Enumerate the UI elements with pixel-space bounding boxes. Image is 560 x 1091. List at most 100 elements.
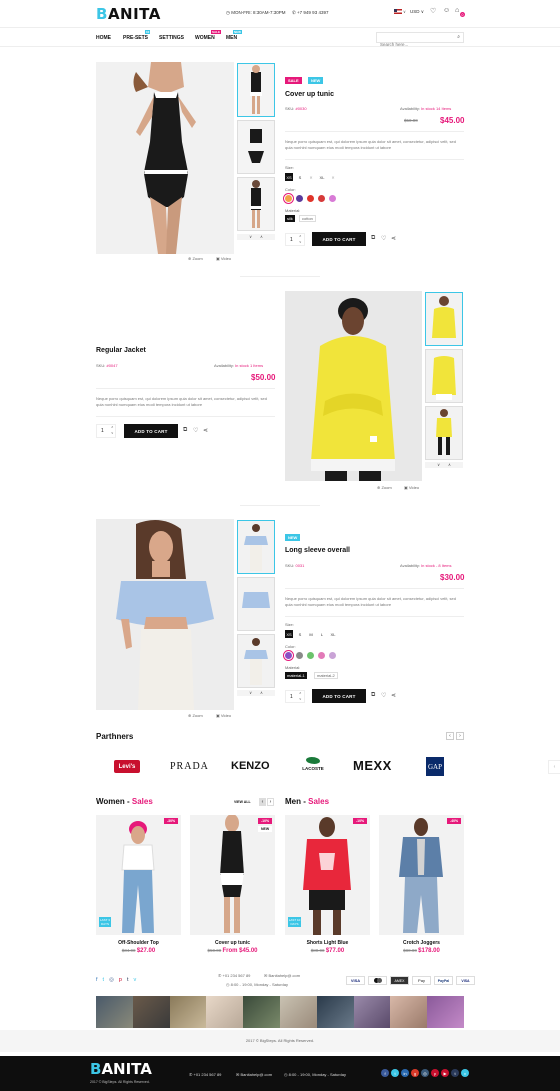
product2-zoom[interactable]: ⊕ Zoom (377, 485, 392, 490)
size-option[interactable]: XS (285, 173, 293, 181)
vimeo-icon[interactable]: v (133, 977, 136, 983)
gallery-image[interactable] (316, 996, 354, 1028)
pinterest-icon[interactable]: p (119, 977, 122, 983)
size-option-unavailable[interactable]: ✕ (307, 173, 315, 181)
product1-material-selected[interactable]: silk (285, 215, 295, 222)
partner-logo-mexx[interactable]: MEXX (353, 758, 392, 773)
chevron-down-icon[interactable]: ∨ (249, 690, 252, 696)
product3-zoom[interactable]: ⊕ Zoom (188, 713, 203, 718)
product3-thumb-3[interactable] (237, 634, 275, 688)
share-external-icon[interactable]: ⧉ (183, 427, 187, 434)
product3-main-image[interactable] (96, 519, 234, 710)
women-product-2-image[interactable] (190, 815, 275, 935)
instagram-icon[interactable]: ◎ (421, 1069, 429, 1077)
chevron-down-icon[interactable]: ∨ (437, 462, 440, 468)
pinterest-icon[interactable]: p (431, 1069, 439, 1077)
partner-logo-kenzo[interactable]: KENZO (231, 760, 270, 772)
women-product-1-name[interactable]: Off-Shoulder Top (96, 940, 181, 946)
tumblr-icon[interactable]: t (451, 1069, 459, 1077)
gallery-image[interactable] (243, 996, 280, 1028)
color-swatch[interactable] (296, 195, 303, 202)
partner-logo-gap[interactable]: GAP (426, 757, 444, 776)
footer-logo[interactable]: BANITA (90, 1060, 152, 1078)
men-product-2-image[interactable] (379, 815, 464, 935)
partner-logo-lacoste[interactable]: LACOSTE (298, 757, 328, 777)
size-option[interactable]: XL (318, 173, 326, 181)
qty-stepper[interactable]: ∧ ∨ (299, 690, 302, 702)
chevron-up-icon[interactable]: ∧ (260, 234, 263, 240)
share-icon[interactable]: ⋖ (391, 235, 396, 242)
product3-thumb-1[interactable] (237, 520, 275, 574)
logo[interactable]: BANITA (96, 5, 161, 23)
color-swatch[interactable] (318, 195, 325, 202)
nav-item-home[interactable]: HOME (96, 35, 111, 41)
flag-icon[interactable] (394, 9, 402, 14)
share-icon[interactable]: ⋖ (391, 692, 396, 699)
search-input[interactable] (377, 40, 452, 49)
linkedin-icon[interactable]: in (401, 1069, 409, 1077)
product3-qty[interactable]: 1 (285, 690, 305, 703)
partners-prev-button[interactable]: ‹ (446, 732, 454, 740)
currency-select[interactable]: USD ∨ (410, 9, 424, 15)
partners-next-button[interactable]: › (456, 732, 464, 740)
color-swatch[interactable] (283, 650, 294, 661)
twitter-icon[interactable]: t (391, 1069, 399, 1077)
product1-qty[interactable]: 1 (285, 233, 305, 246)
product1-material-option[interactable]: cotton (299, 215, 316, 222)
product1-main-image[interactable] (96, 62, 234, 254)
size-option[interactable]: S (296, 173, 304, 181)
men-product-1-name[interactable]: Shorts Light Blue (285, 940, 370, 946)
product3-video[interactable]: ▣ Video (216, 713, 231, 718)
partner-logo-prada[interactable]: PRADA (170, 761, 209, 772)
color-swatch[interactable] (283, 193, 294, 204)
women-product-2-name[interactable]: Cover up tunic (190, 940, 275, 946)
product3-material-option[interactable]: material-2 (314, 672, 338, 679)
size-option-unavailable[interactable]: ✕ (329, 173, 337, 181)
product1-zoom[interactable]: ⊕ Zoom (188, 256, 203, 261)
heart-icon[interactable]: ♡ (430, 7, 436, 15)
vimeo-icon[interactable]: v (461, 1069, 469, 1077)
product1-thumb-1[interactable] (237, 63, 275, 117)
share-external-icon[interactable]: ⧉ (371, 235, 375, 242)
youtube-icon[interactable]: ▶ (441, 1069, 449, 1077)
women-view-all-link[interactable]: VIEW ALL (234, 800, 251, 804)
chevron-down-icon[interactable]: ∨ (249, 234, 252, 240)
color-swatch[interactable] (329, 195, 336, 202)
instagram-icon[interactable]: ◎ (109, 977, 114, 983)
heart-icon[interactable]: ♡ (381, 692, 386, 699)
gallery-image[interactable] (279, 996, 317, 1028)
partner-logo-levis[interactable]: Levi's (114, 760, 140, 773)
size-option[interactable]: XL (329, 630, 337, 638)
footer-bottom-email[interactable]: ✉ Banitahelp@.com (236, 1072, 272, 1077)
color-swatch[interactable] (329, 652, 336, 659)
gallery-image[interactable] (353, 996, 391, 1028)
product3-add-to-cart-button[interactable]: ADD TO CART (312, 689, 366, 703)
qty-stepper[interactable]: ∧ ∨ (111, 424, 114, 436)
women-prev-button[interactable]: ‹ (259, 798, 266, 806)
heart-icon[interactable]: ♡ (193, 427, 198, 434)
footer-email[interactable]: ✉ Banitahelp@.com (264, 973, 300, 978)
product2-thumb-2[interactable] (425, 349, 463, 403)
gallery-image[interactable] (390, 996, 428, 1028)
color-swatch[interactable] (296, 652, 303, 659)
qty-stepper[interactable]: ∧ ∨ (299, 233, 302, 245)
chevron-down-icon[interactable]: ∨ (403, 9, 406, 14)
facebook-icon[interactable]: f (96, 977, 98, 983)
heart-icon[interactable]: ♡ (381, 235, 386, 242)
gallery-image[interactable] (206, 996, 244, 1028)
search-icon[interactable]: ⌕ (457, 34, 460, 40)
product1-video[interactable]: ▣ Video (216, 256, 231, 261)
facebook-icon[interactable]: f (381, 1069, 389, 1077)
color-swatch[interactable] (318, 652, 325, 659)
product1-thumb-3[interactable] (237, 177, 275, 231)
product3-material-selected[interactable]: material-1 (285, 672, 307, 679)
twitter-icon[interactable]: t (103, 977, 105, 983)
gallery-image[interactable] (427, 996, 464, 1028)
product2-video[interactable]: ▣ Video (404, 485, 419, 490)
side-scroll-tab[interactable]: ‹ (548, 760, 560, 774)
color-swatch[interactable] (307, 652, 314, 659)
product3-thumb-2[interactable] (237, 577, 275, 631)
gallery-image[interactable] (132, 996, 170, 1028)
color-swatch[interactable] (307, 195, 314, 202)
size-option[interactable]: M (307, 630, 315, 638)
